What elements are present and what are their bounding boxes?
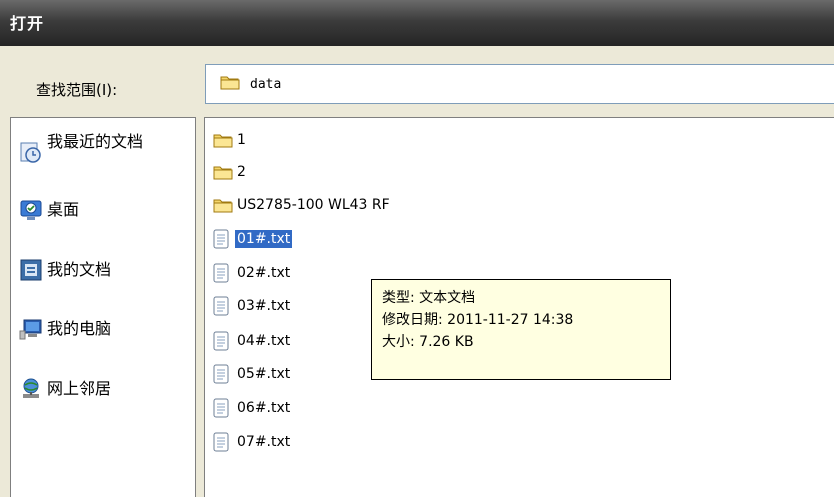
file-name: 01#.txt <box>235 230 293 248</box>
place-recent[interactable]: 我最近的文档 <box>11 132 197 182</box>
text-file-item[interactable]: 04#.txt <box>213 328 292 354</box>
file-name: 2 <box>237 164 246 180</box>
tooltip-type: 类型: 文本文档 <box>382 290 476 306</box>
file-name: 05#.txt <box>237 366 291 382</box>
text-file-item[interactable]: 03#.txt <box>213 293 292 319</box>
text-file-icon <box>213 295 235 317</box>
file-name: 02#.txt <box>237 265 291 281</box>
place-label: 我的电脑 <box>47 319 112 338</box>
file-name: 06#.txt <box>237 400 291 416</box>
tooltip-modified-date: 修改日期: 2011-11-27 14:38 <box>382 312 574 328</box>
place-label: 网上邻居 <box>47 379 112 398</box>
place-network[interactable]: 网上邻居 <box>11 375 197 405</box>
my-computer-icon <box>19 317 43 345</box>
place-my-documents[interactable]: 我的文档 <box>11 256 197 286</box>
look-in-label: 查找范围(I): <box>36 81 118 99</box>
desktop-icon <box>19 198 43 226</box>
my-documents-icon <box>19 258 43 286</box>
place-desktop[interactable]: 桌面 <box>11 196 197 226</box>
recent-documents-icon <box>19 140 43 168</box>
folder-icon <box>213 194 235 216</box>
text-file-icon <box>213 363 235 385</box>
place-my-computer[interactable]: 我的电脑 <box>11 315 197 345</box>
text-file-icon <box>213 228 235 250</box>
window-title: 打开 <box>10 14 45 33</box>
text-file-icon <box>213 262 235 284</box>
text-file-icon <box>213 431 235 453</box>
file-name: 07#.txt <box>237 434 291 450</box>
network-places-icon <box>19 377 43 405</box>
folder-icon <box>220 74 240 94</box>
place-label: 我最近的文档 <box>47 132 144 151</box>
place-label: 桌面 <box>47 200 80 219</box>
text-file-item[interactable]: 05#.txt <box>213 361 292 387</box>
text-file-icon <box>213 330 235 352</box>
look-in-value: data <box>250 76 282 92</box>
text-file-item-selected[interactable]: 01#.txt <box>213 226 293 252</box>
file-name: 04#.txt <box>237 333 291 349</box>
file-info-tooltip: 类型: 文本文档 修改日期: 2011-11-27 14:38 大小: 7.26… <box>371 279 671 380</box>
text-file-icon <box>213 397 235 419</box>
title-bar: 打开 <box>0 0 834 46</box>
folder-item[interactable]: 1 <box>213 127 248 153</box>
text-file-item[interactable]: 06#.txt <box>213 395 292 421</box>
folder-icon <box>213 161 235 183</box>
folder-item[interactable]: 2 <box>213 159 248 185</box>
look-in-combobox[interactable]: data <box>205 64 834 104</box>
text-file-item[interactable]: 02#.txt <box>213 260 292 286</box>
folder-item[interactable]: US2785-100 WL43 RF <box>213 192 392 218</box>
file-name: US2785-100 WL43 RF <box>237 197 390 213</box>
place-label: 我的文档 <box>47 260 112 279</box>
file-name: 1 <box>237 132 246 148</box>
places-bar: 我最近的文档 桌面 我的文档 我的电脑 网上邻居 <box>10 117 196 497</box>
text-file-item[interactable]: 07#.txt <box>213 429 292 455</box>
tooltip-size: 大小: 7.26 KB <box>382 334 474 350</box>
file-name: 03#.txt <box>237 298 291 314</box>
folder-icon <box>213 129 235 151</box>
